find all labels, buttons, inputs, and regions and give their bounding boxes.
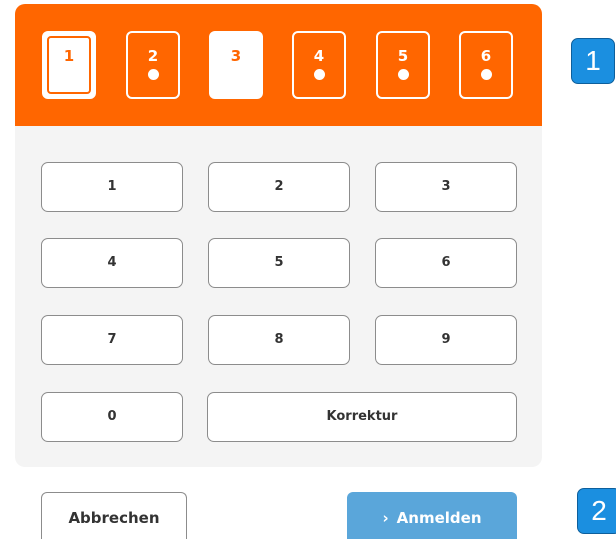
- filled-dot-icon: [480, 69, 492, 80]
- pin-digit-6: 6: [459, 31, 513, 99]
- step-marker-1: 1: [571, 38, 615, 84]
- pin-digit-label: 4: [313, 47, 325, 65]
- chevron-right-icon: ›: [382, 509, 389, 527]
- correction-button[interactable]: Korrektur: [207, 392, 517, 442]
- pin-digit-label: 2: [147, 47, 159, 65]
- keypad-key-4[interactable]: 4: [41, 238, 183, 288]
- pin-digit-label: 6: [480, 47, 492, 65]
- pin-digit-label: 1: [63, 47, 75, 65]
- pin-indicator-bar: 1 2 3 4 5 6: [15, 4, 542, 126]
- keypad-key-1[interactable]: 1: [41, 162, 183, 212]
- keypad-key-9[interactable]: 9: [375, 315, 517, 365]
- keypad-key-5[interactable]: 5: [208, 238, 350, 288]
- pin-digit-5: 5: [376, 31, 430, 99]
- pin-digit-4: 4: [292, 31, 346, 99]
- pin-digit-2: 2: [126, 31, 180, 99]
- pin-login-screen: 1 2 3 4 5 6 1 2 3 4 5 6 7 8 9 0 Korrektu…: [0, 0, 616, 539]
- keypad-key-6[interactable]: 6: [375, 238, 517, 288]
- login-button[interactable]: › Anmelden: [347, 492, 517, 539]
- keypad-key-8[interactable]: 8: [208, 315, 350, 365]
- keypad-key-2[interactable]: 2: [208, 162, 350, 212]
- login-button-label: Anmelden: [396, 509, 482, 527]
- pin-digit-label: 3: [230, 47, 242, 65]
- cancel-button[interactable]: Abbrechen: [41, 492, 187, 539]
- pin-digit-1: 1: [42, 31, 96, 99]
- filled-dot-icon: [313, 69, 325, 80]
- pin-digit-label: 5: [397, 47, 409, 65]
- filled-dot-icon: [397, 69, 409, 80]
- pin-digit-3: 3: [209, 31, 263, 99]
- keypad-key-3[interactable]: 3: [375, 162, 517, 212]
- filled-dot-icon: [147, 69, 159, 80]
- cancel-button-label: Abbrechen: [68, 509, 160, 527]
- keypad-key-7[interactable]: 7: [41, 315, 183, 365]
- keypad-key-0[interactable]: 0: [41, 392, 183, 442]
- step-marker-2: 2: [577, 488, 616, 534]
